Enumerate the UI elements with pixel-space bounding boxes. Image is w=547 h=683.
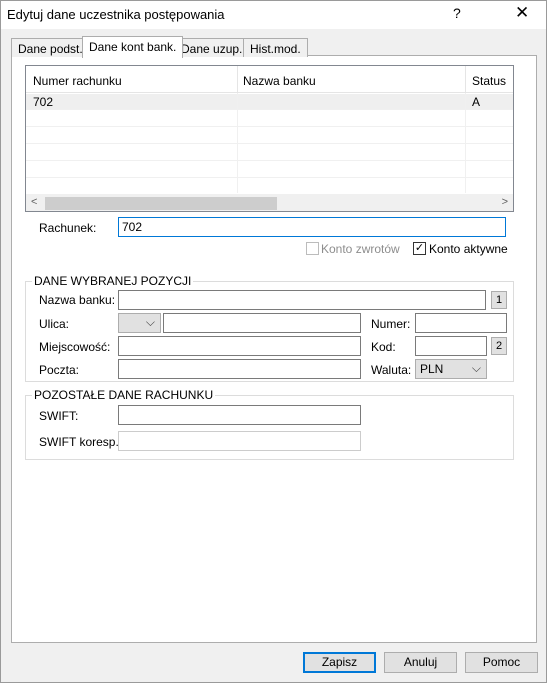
- table-row-empty: [26, 179, 513, 195]
- save-button[interactable]: Zapisz: [303, 652, 376, 673]
- tab-dane-kont-bank[interactable]: Dane kont bank.: [82, 36, 184, 58]
- city-input[interactable]: [118, 336, 361, 356]
- cancel-button[interactable]: Anuluj: [384, 652, 457, 673]
- number-input[interactable]: [415, 313, 507, 333]
- scrollbar-thumb[interactable]: [45, 197, 277, 210]
- other-account-legend: POZOSTAŁE DANE RACHUNKU: [32, 388, 216, 402]
- account-input[interactable]: [118, 217, 506, 237]
- street-label: Ulica:: [39, 317, 70, 331]
- number-label: Numer:: [371, 317, 411, 331]
- scroll-left-icon[interactable]: <: [31, 196, 37, 208]
- selected-position-legend: DANE WYBRANEJ POZYCJI: [32, 274, 194, 288]
- table-row-empty: [26, 128, 513, 144]
- street-prefix-select[interactable]: ⌵: [118, 313, 161, 333]
- column-header-status[interactable]: Status: [472, 74, 506, 88]
- konto-zwrotow-checkbox: [306, 242, 319, 255]
- table-row-empty: [26, 111, 513, 127]
- konto-aktywne-label: Konto aktywne: [429, 242, 508, 256]
- tab-dane-podst[interactable]: Dane podst.: [11, 38, 90, 57]
- post-input[interactable]: [118, 359, 361, 379]
- dialog-window: Edytuj dane uczestnika postępowania ? ✕ …: [0, 0, 547, 683]
- column-separator[interactable]: [465, 66, 466, 93]
- konto-zwrotow-label: Konto zwrotów: [321, 242, 400, 256]
- help-icon[interactable]: ?: [453, 5, 461, 21]
- chevron-down-icon: ⌵: [145, 315, 155, 329]
- tab-dane-uzup[interactable]: Dane uzup.: [174, 38, 250, 57]
- column-separator[interactable]: [237, 66, 238, 93]
- chevron-down-icon: ⌵: [471, 361, 481, 375]
- cell-numer: 702: [33, 95, 54, 109]
- bank-name-label: Nazwa banku:: [39, 293, 116, 307]
- tab-hist-mod[interactable]: Hist.mod.: [243, 38, 308, 57]
- window-title: Edytuj dane uczestnika postępowania: [7, 7, 225, 22]
- currency-label: Waluta:: [371, 363, 412, 377]
- table-row-empty: [26, 162, 513, 178]
- swift-koresp-input: [118, 431, 361, 451]
- code-input[interactable]: [415, 336, 487, 356]
- column-gridline: [237, 93, 238, 193]
- close-icon[interactable]: ✕: [515, 3, 529, 23]
- konto-aktywne-checkbox[interactable]: ✓: [413, 242, 426, 255]
- column-header-bank[interactable]: Nazwa banku: [243, 74, 316, 88]
- swift-input[interactable]: [118, 405, 361, 425]
- account-label: Rachunek:: [39, 221, 97, 235]
- scroll-right-icon[interactable]: >: [502, 196, 508, 208]
- currency-select[interactable]: PLN ⌵: [415, 359, 487, 379]
- help-button[interactable]: Pomoc: [465, 652, 538, 673]
- table-row-empty: [26, 145, 513, 161]
- code-lookup-button[interactable]: 2: [491, 337, 507, 355]
- cell-status: A: [472, 95, 481, 109]
- post-label: Poczta:: [39, 363, 80, 377]
- title-bar: Edytuj dane uczestnika postępowania ? ✕: [1, 1, 546, 29]
- street-input[interactable]: [163, 313, 361, 333]
- horizontal-scrollbar[interactable]: < >: [26, 194, 513, 211]
- swift-label: SWIFT:: [39, 409, 79, 423]
- city-label: Miejscowość:: [39, 340, 111, 354]
- bank-lookup-button[interactable]: 1: [491, 291, 507, 309]
- table-header: Numer rachunku Nazwa banku Status: [26, 66, 513, 93]
- swift-koresp-label: SWIFT koresp.:: [39, 435, 123, 449]
- code-label: Kod:: [371, 340, 396, 354]
- table-row[interactable]: 702 A: [26, 94, 513, 110]
- currency-value: PLN: [420, 362, 444, 376]
- column-gridline: [465, 93, 466, 193]
- accounts-table[interactable]: Numer rachunku Nazwa banku Status 702 A …: [25, 65, 514, 212]
- bank-name-input[interactable]: [118, 290, 486, 310]
- column-header-numer[interactable]: Numer rachunku: [33, 74, 122, 88]
